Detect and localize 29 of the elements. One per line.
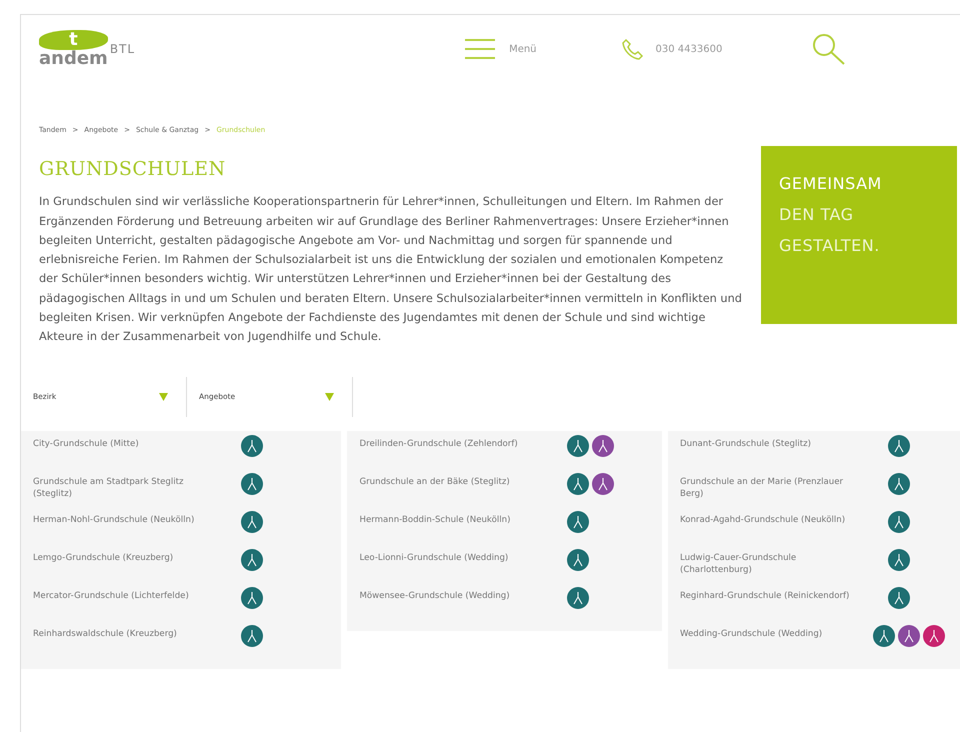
school-link[interactable]: Mercator-Grundschule (Lichterfelde) <box>33 586 241 602</box>
school-link[interactable]: Grundschule an der Bäke (Steglitz) <box>359 472 568 488</box>
logo-suffix[interactable]: BTL <box>110 40 136 58</box>
menu-icon[interactable] <box>465 38 496 60</box>
caret-icon <box>325 392 334 401</box>
school-link[interactable]: Leo-Lionni-Grundschule (Wedding) <box>359 548 568 564</box>
school-link[interactable]: Reinhardswaldschule (Kreuzberg) <box>33 624 241 640</box>
school-link[interactable]: Reginhard-Grundschule (Reinickendorf) <box>680 586 888 602</box>
page-title: GRUNDSCHULEN <box>39 158 227 180</box>
school-link[interactable]: Wedding-Grundschule (Wedding) <box>680 624 873 640</box>
caret-icon <box>159 392 168 401</box>
school-link[interactable]: Herman-Nohl-Grundschule (Neukölln) <box>33 510 241 526</box>
phone-icon <box>622 38 644 60</box>
school-link[interactable]: Ludwig-Cauer-Grundschule (Charlottenburg) <box>680 548 888 576</box>
slogan-line: GESTALTEN. <box>779 236 881 256</box>
slogan-line: GEMEINSAM <box>779 174 883 193</box>
school-link[interactable]: City-Grundschule (Mitte) <box>33 434 241 450</box>
school-link[interactable]: Dunant-Grundschule (Steglitz) <box>680 434 888 450</box>
school-link[interactable]: Möwensee-Grundschule (Wedding) <box>359 586 568 602</box>
menu-label[interactable]: Menü <box>509 42 537 56</box>
school-link[interactable]: Lemgo-Grundschule (Kreuzberg) <box>33 548 241 564</box>
phone-number[interactable]: 030 4433600 <box>656 42 722 56</box>
school-link[interactable]: Konrad-Agahd-Grundschule (Neukölln) <box>680 510 888 526</box>
school-link[interactable]: Grundschule an der Marie (Prenzlauer Berg) <box>680 472 888 500</box>
intro-paragraph: In Grundschulen sind wir verlässliche Kooperationspartnerin für Lehrer*innen, Schulleitungen und Eltern. Im Rahmen der Ergänzenden Förderung und Betreuung arbeiten wir auf Grundlage des Berliner Rahmenvertrages: Unsere Erzieher*innen begleiten Unterricht, gestalten pädagogische Angebote am Vor- und Nachmittag und sorgen für spannende und erlebnisreiche Ferien. Im Rahmen der Schulsozialarbeit ist uns die Entwicklung der sozialen und emotionalen Kompetenz der Schüler*innen besonders wichtig. Wir unterstützen Lehrer*innen und Erzieher*innen bei der Gestaltung des pädagogischen Alltags in und um Schulen und beraten Eltern. Unsere Schulsozialarbeiter*innen vermitteln in Konflikten und begleiten Krisen. Wir verknüpfen Angebote der Fachdienste des Jugendamtes mit denen der Schule und sind wichtige Akteure in der Zusammenarbeit von Jugendhilfe und Schule. <box>39 194 743 346</box>
school-link[interactable]: Hermann-Boddin-Schule (Neukölln) <box>359 510 568 526</box>
school-link[interactable]: Grundschule am Stadtpark Steglitz (Steglitz) <box>33 472 241 500</box>
school-link[interactable]: Dreilinden-Grundschule (Zehlendorf) <box>359 434 568 450</box>
slogan-line: DEN TAG <box>779 204 855 224</box>
